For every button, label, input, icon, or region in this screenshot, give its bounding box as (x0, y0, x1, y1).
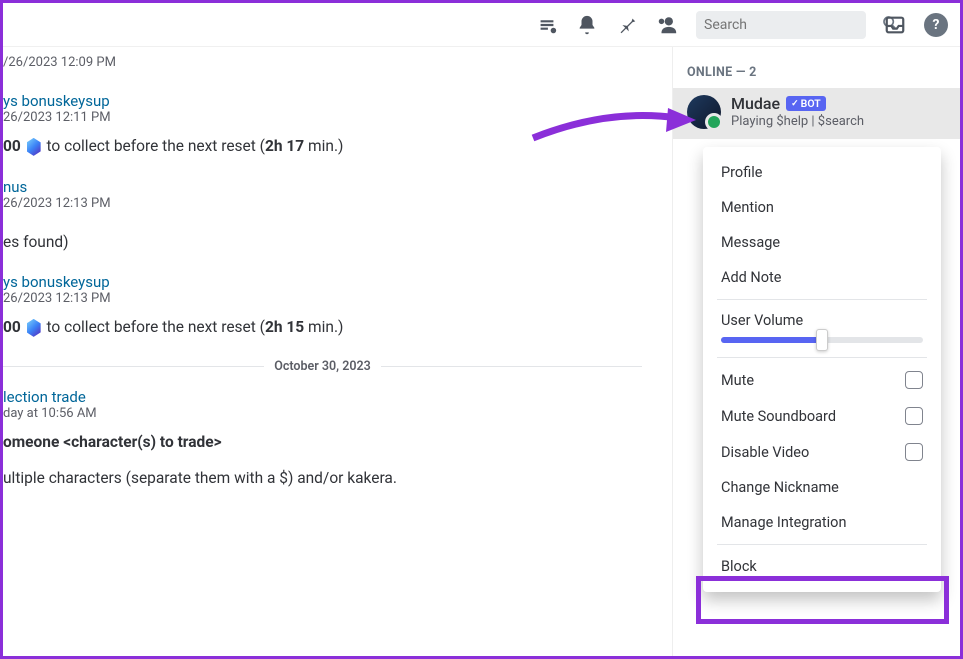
menu-mute[interactable]: Mute (711, 362, 933, 398)
checkbox-icon[interactable] (905, 407, 923, 425)
command-link[interactable]: ys bonuskeysup (3, 92, 672, 110)
command-link[interactable]: ys bonuskeysup (3, 273, 672, 291)
checkbox-icon[interactable] (905, 371, 923, 389)
pinned-icon[interactable] (616, 14, 638, 36)
message-content: omeone <character(s) to trade> (3, 433, 672, 451)
search-input[interactable] (704, 17, 882, 33)
menu-message[interactable]: Message (711, 225, 933, 260)
notifications-icon[interactable] (576, 14, 598, 36)
message-timestamp: /26/2023 12:09 PM (3, 55, 672, 70)
kakera-icon (27, 319, 41, 337)
command-link[interactable]: nus (3, 178, 672, 196)
menu-disable-video[interactable]: Disable Video (711, 434, 933, 470)
user-context-menu: Profile Mention Message Add Note User Vo… (703, 147, 941, 592)
menu-divider (717, 299, 927, 300)
online-header: ONLINE — 2 (673, 47, 960, 88)
message-timestamp: 26/2023 12:13 PM (3, 291, 672, 306)
checkbox-icon[interactable] (905, 443, 923, 461)
menu-profile[interactable]: Profile (711, 155, 933, 190)
channel-header: ? (3, 3, 960, 47)
menu-divider (717, 544, 927, 545)
kakera-icon (27, 138, 41, 156)
message-content: 00 to collect before the next reset (2h … (3, 318, 672, 337)
search-box[interactable] (696, 11, 866, 39)
message-timestamp: day at 10:56 AM (3, 406, 672, 421)
avatar (687, 95, 721, 129)
message-timestamp: 26/2023 12:13 PM (3, 196, 672, 211)
message-list: /26/2023 12:09 PM ys bonuskeysup 26/2023… (3, 47, 672, 656)
member-list-icon[interactable] (656, 14, 678, 36)
member-name: Mudae (731, 94, 780, 113)
volume-slider[interactable] (711, 333, 933, 353)
message-timestamp: 26/2023 12:11 PM (3, 110, 672, 125)
message-content: ultiple characters (separate them with a… (3, 469, 672, 487)
message-content: es found) (3, 233, 672, 251)
menu-mention[interactable]: Mention (711, 190, 933, 225)
date-divider: October 30, 2023 (3, 359, 642, 374)
menu-block[interactable]: Block (711, 549, 933, 584)
slider-thumb[interactable] (816, 329, 828, 351)
menu-add-note[interactable]: Add Note (711, 260, 933, 295)
menu-change-nickname[interactable]: Change Nickname (711, 470, 933, 505)
member-status: Playing $help | $search (731, 114, 946, 129)
help-icon[interactable]: ? (924, 13, 948, 37)
threads-icon[interactable] (536, 14, 558, 36)
menu-manage-integration[interactable]: Manage Integration (711, 505, 933, 540)
bot-badge: BOT (786, 96, 826, 111)
member-row[interactable]: Mudae BOT Playing $help | $search (673, 88, 960, 139)
inbox-icon[interactable] (884, 14, 906, 36)
menu-mute-soundboard[interactable]: Mute Soundboard (711, 398, 933, 434)
command-link[interactable]: lection trade (3, 388, 672, 406)
message-content: 00 to collect before the next reset (2h … (3, 137, 672, 156)
menu-divider (717, 357, 927, 358)
